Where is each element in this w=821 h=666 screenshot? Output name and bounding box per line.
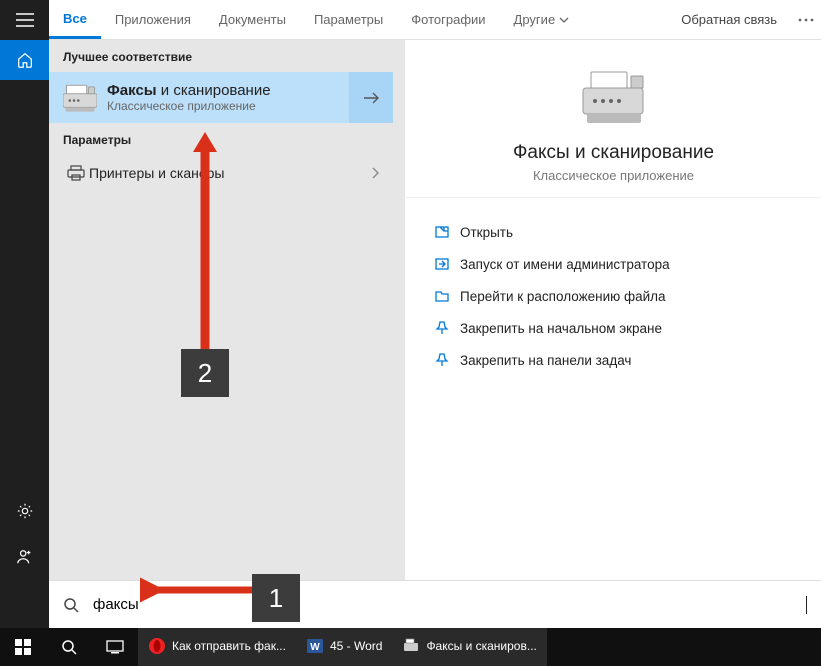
action-run-admin[interactable]: Запуск от имени администратора xyxy=(434,248,793,280)
taskbar-fax-label: Факсы и сканиров... xyxy=(426,639,536,653)
taskbar-item-fax[interactable]: Факсы и сканиров... xyxy=(392,628,546,666)
tab-all[interactable]: Все xyxy=(49,0,101,39)
chevron-right-icon xyxy=(371,167,379,179)
open-icon xyxy=(434,224,460,240)
chevron-down-icon xyxy=(559,17,569,23)
pin-taskbar-icon xyxy=(434,352,460,368)
action-pin-start-label: Закрепить на начальном экране xyxy=(460,321,793,336)
filter-tabs: Все Приложения Документы Параметры Фотог… xyxy=(49,0,821,40)
tab-docs[interactable]: Документы xyxy=(205,0,300,39)
best-match-subtitle: Классическое приложение xyxy=(107,99,271,113)
pin-start-icon xyxy=(434,320,460,336)
taskbar: Как отправить фак... W 45 - Word Факсы и… xyxy=(0,628,821,666)
home-button[interactable] xyxy=(0,40,49,80)
action-pin-taskbar[interactable]: Закрепить на панели задач xyxy=(434,344,793,376)
folder-icon xyxy=(434,288,460,304)
tab-more-label: Другие xyxy=(514,12,556,27)
search-box[interactable] xyxy=(49,580,821,628)
action-file-location[interactable]: Перейти к расположению файла xyxy=(434,280,793,312)
task-view-button[interactable] xyxy=(92,628,138,666)
setting-printers-scanners[interactable]: Принтеры и сканеры xyxy=(49,155,393,191)
best-match-expand-button[interactable] xyxy=(349,72,393,123)
action-open[interactable]: Открыть xyxy=(434,216,793,248)
start-button[interactable] xyxy=(0,628,46,666)
word-icon: W xyxy=(306,637,324,655)
search-icon xyxy=(63,597,79,613)
settings-header: Параметры xyxy=(49,123,393,155)
setting-label: Принтеры и сканеры xyxy=(89,165,371,181)
arrow-right-icon xyxy=(362,91,380,105)
taskbar-word-label: 45 - Word xyxy=(330,639,382,653)
tab-more[interactable]: Другие xyxy=(500,0,584,39)
best-match-title: Факсы и сканирование xyxy=(107,82,271,99)
settings-rail-button[interactable] xyxy=(0,488,49,534)
fax-large-icon xyxy=(579,70,649,126)
action-open-label: Открыть xyxy=(460,225,793,240)
fax-small-icon xyxy=(402,637,420,655)
feedback-link[interactable]: Обратная связь xyxy=(667,0,791,39)
best-match-item[interactable]: Факсы и сканирование Классическое прилож… xyxy=(49,72,349,123)
printer-icon xyxy=(63,165,89,181)
tab-apps[interactable]: Приложения xyxy=(101,0,205,39)
action-location-label: Перейти к расположению файла xyxy=(460,289,793,304)
action-pin-start[interactable]: Закрепить на начальном экране xyxy=(434,312,793,344)
taskbar-item-word[interactable]: W 45 - Word xyxy=(296,628,392,666)
preview-pane: Факсы и сканирование Классическое прилож… xyxy=(406,40,821,198)
svg-text:W: W xyxy=(310,642,320,653)
action-admin-label: Запуск от имени администратора xyxy=(460,257,793,272)
preview-title: Факсы и сканирование xyxy=(406,142,821,164)
more-options-button[interactable] xyxy=(791,0,821,39)
tab-settings[interactable]: Параметры xyxy=(300,0,397,39)
action-pin-taskbar-label: Закрепить на панели задач xyxy=(460,353,793,368)
taskbar-search-button[interactable] xyxy=(46,628,92,666)
taskbar-item-opera[interactable]: Как отправить фак... xyxy=(138,628,296,666)
admin-icon xyxy=(434,256,460,272)
taskbar-opera-label: Как отправить фак... xyxy=(172,639,286,653)
hamburger-button[interactable] xyxy=(0,0,49,40)
tab-photos[interactable]: Фотографии xyxy=(397,0,499,39)
best-match-header: Лучшее соответствие xyxy=(49,40,393,72)
opera-icon xyxy=(148,637,166,655)
search-input[interactable] xyxy=(93,596,808,613)
preview-subtitle: Классическое приложение xyxy=(406,168,821,183)
account-rail-button[interactable] xyxy=(0,534,49,580)
fax-icon xyxy=(63,83,97,113)
